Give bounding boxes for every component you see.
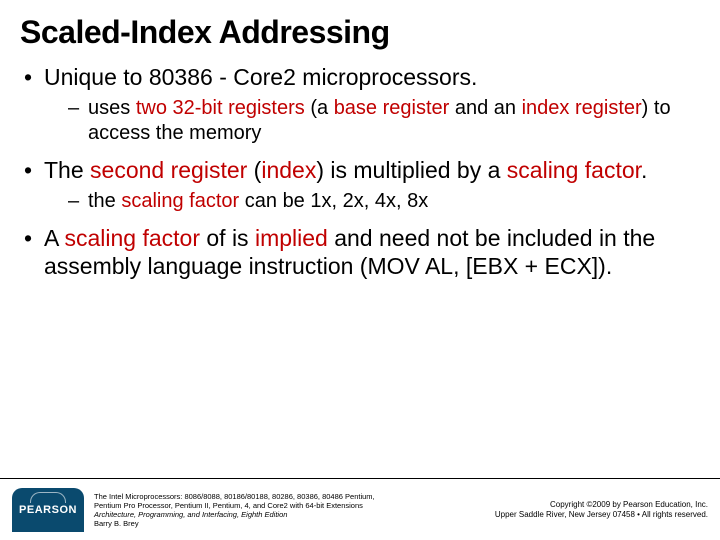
- sub-list-2: the scaling factor can be 1x, 2x, 4x, 8x: [44, 189, 700, 214]
- em-text: index register: [522, 97, 642, 119]
- copyright-line: Upper Saddle River, New Jersey 07458 • A…: [495, 510, 708, 520]
- em-text: scaling factor: [64, 225, 200, 251]
- text: uses: [88, 97, 136, 119]
- pearson-logo: PEARSON: [12, 488, 84, 532]
- text: the: [88, 190, 121, 212]
- bullet-3: A scaling factor of is implied and need …: [20, 224, 700, 282]
- book-line: The Intel Microprocessors: 8086/8088, 80…: [94, 492, 485, 501]
- slide-footer: PEARSON The Intel Microprocessors: 8086/…: [0, 478, 720, 540]
- text: The: [44, 157, 90, 183]
- text: (a: [305, 97, 334, 119]
- bullet-1-text: Unique to 80386 - Core2 microprocessors.: [44, 64, 477, 90]
- book-citation: The Intel Microprocessors: 8086/8088, 80…: [94, 492, 485, 528]
- slide-title: Scaled-Index Addressing: [20, 14, 700, 51]
- em-text: two 32-bit registers: [136, 97, 305, 119]
- copyright-line: Copyright ©2009 by Pearson Education, In…: [495, 500, 708, 510]
- em-text: index: [261, 157, 316, 183]
- em-text: base register: [334, 97, 450, 119]
- text: of is: [200, 225, 255, 251]
- bullet-1: Unique to 80386 - Core2 microprocessors.…: [20, 63, 700, 146]
- text: A: [44, 225, 64, 251]
- book-line-em: Architecture, Programming, and Interfaci…: [94, 510, 287, 519]
- book-line: Pentium Pro Processor, Pentium II, Penti…: [94, 501, 485, 510]
- text: can be 1x, 2x, 4x, 8x: [239, 190, 428, 212]
- book-line: Barry B. Brey: [94, 519, 485, 528]
- bullet-2: The second register (index) is multiplie…: [20, 156, 700, 214]
- sub-bullet-1-1: uses two 32-bit registers (a base regist…: [44, 96, 700, 146]
- sub-bullet-2-1: the scaling factor can be 1x, 2x, 4x, 8x: [44, 189, 700, 214]
- sub-list-1: uses two 32-bit registers (a base regist…: [44, 96, 700, 146]
- em-text: second register: [90, 157, 247, 183]
- text: ) is multiplied by a: [316, 157, 506, 183]
- em-text: implied: [255, 225, 328, 251]
- book-line: Architecture, Programming, and Interfaci…: [94, 510, 485, 519]
- bullet-list: Unique to 80386 - Core2 microprocessors.…: [20, 63, 700, 281]
- slide: Scaled-Index Addressing Unique to 80386 …: [0, 0, 720, 540]
- em-text: scaling factor: [121, 190, 239, 212]
- text: and an: [449, 97, 521, 119]
- text: (: [247, 157, 261, 183]
- copyright-block: Copyright ©2009 by Pearson Education, In…: [495, 500, 708, 520]
- text: .: [641, 157, 647, 183]
- em-text: scaling factor: [507, 157, 641, 183]
